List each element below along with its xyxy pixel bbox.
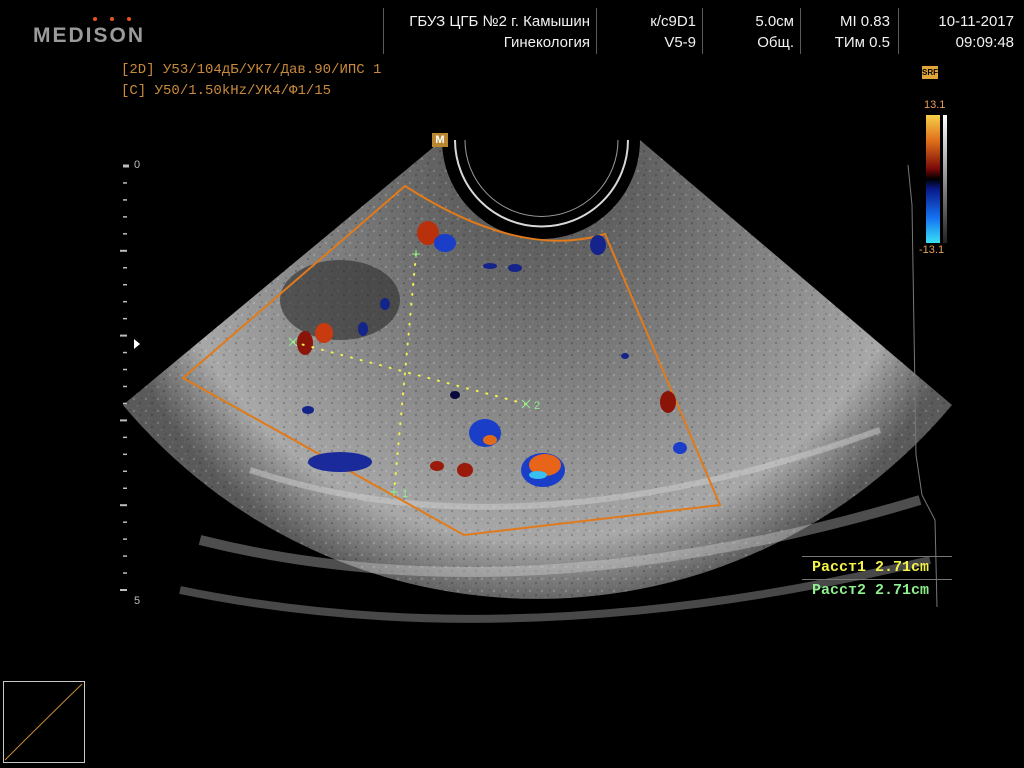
doppler-flow-red: [430, 461, 444, 471]
doppler-flow-red: [660, 391, 676, 413]
depth-label-top: 0: [134, 159, 141, 171]
doppler-flow-blue: [450, 391, 460, 399]
orientation-marker-icon: M: [432, 133, 448, 147]
doppler-flow-blue: [358, 322, 368, 336]
doppler-flow-blue: [529, 471, 547, 479]
doppler-flow-blue: [434, 234, 456, 252]
colorbar-min-label: -13.1: [919, 244, 945, 256]
doppler-flow-red: [297, 331, 313, 355]
doppler-flow-blue: [621, 353, 629, 359]
doppler-flow-red: [457, 463, 473, 477]
caliper-label-2: 2: [534, 400, 540, 412]
colorbar-max-label: 13.1: [924, 99, 946, 111]
measurement-panel: Расст1 2.71cm Расст2 2.71cm: [802, 556, 952, 602]
doppler-flow-blue: [308, 452, 372, 472]
near-field-arc: [464, 139, 619, 217]
depth-label-bottom: 5: [134, 595, 141, 607]
focus-marker-icon[interactable]: [134, 339, 140, 349]
gray-map-box: [3, 681, 85, 763]
doppler-flow-blue: [590, 235, 606, 255]
doppler-flow-blue: [483, 263, 497, 269]
doppler-flow-blue: [673, 442, 687, 454]
ultrasound-image[interactable]: 1 2: [0, 0, 1024, 768]
color-velocity-bar: [926, 115, 940, 243]
doppler-flow-red: [483, 435, 497, 445]
measurement-dist1: Расст1 2.71cm: [802, 556, 952, 579]
caliper-label-1: 1: [402, 488, 408, 500]
depth-scale: [120, 182, 127, 591]
measurement-dist2: Расст2 2.71cm: [802, 579, 952, 602]
doppler-flow-blue: [380, 298, 390, 310]
near-field-arc: [454, 139, 629, 228]
doppler-flow-blue: [508, 264, 522, 272]
doppler-flow-blue: [302, 406, 314, 414]
srf-icon: SRF: [922, 66, 938, 79]
doppler-flow-red: [315, 323, 333, 343]
color-priority-bar: [943, 115, 947, 243]
